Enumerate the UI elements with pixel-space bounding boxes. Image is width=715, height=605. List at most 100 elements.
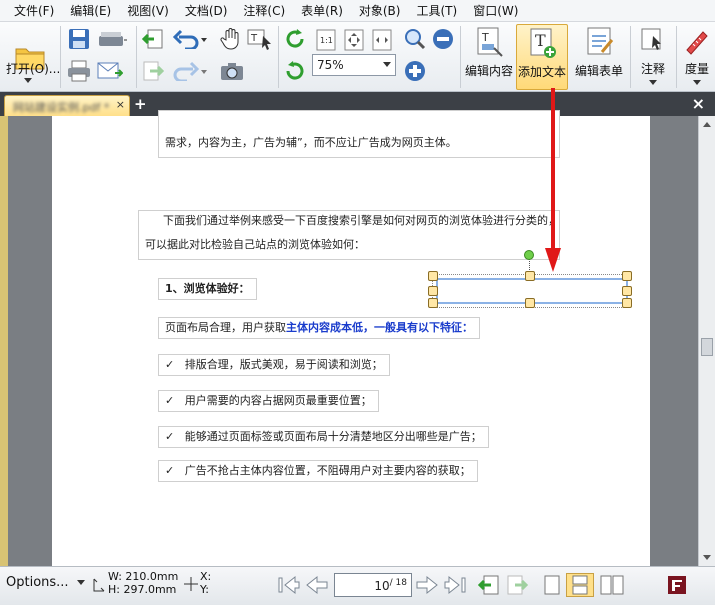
fit-width-button[interactable]	[370, 28, 394, 52]
menu-item-5[interactable]: 注释(C)	[235, 0, 293, 22]
toolbar: 打开(O)... T 1:1 75% T 编辑内容 T 添加文本 编辑表单 注释…	[0, 22, 715, 92]
print-button[interactable]	[66, 58, 92, 84]
measure-label: 度量	[684, 62, 709, 76]
snapshot-button[interactable]	[218, 58, 246, 84]
single-page-view-button[interactable]	[540, 573, 564, 597]
rotate-handle[interactable]	[524, 250, 534, 260]
export-button[interactable]	[140, 58, 166, 84]
menu-item-8[interactable]: 工具(T)	[408, 0, 465, 22]
continuous-view-button[interactable]	[566, 573, 594, 597]
last-page-button[interactable]	[442, 573, 468, 597]
actual-size-button[interactable]: 1:1	[314, 28, 338, 52]
zoom-in-tool-button[interactable]	[402, 26, 428, 52]
svg-text:T: T	[481, 31, 489, 44]
x-coordinate: X:	[200, 570, 212, 583]
crosshair-icon	[184, 577, 198, 591]
save-button[interactable]	[66, 26, 92, 52]
document-tab-title: 网站建设实例.pdf *	[13, 101, 110, 114]
previous-page-icon	[306, 575, 328, 595]
measure-button[interactable]: 度量	[680, 24, 714, 90]
menu-item-6[interactable]: 表单(R)	[293, 0, 351, 22]
page-height: H: 297.0mm	[108, 583, 177, 596]
menu-item-4[interactable]: 文档(D)	[177, 0, 236, 22]
redo-icon	[173, 61, 207, 81]
text-line: 可以据此对比检验自己站点的浏览体验如何：	[145, 238, 365, 251]
facing-view-button[interactable]	[598, 573, 626, 597]
text-box-layout[interactable]: 页面布局合理，用户获取主体内容成本低，一般具有以下特征：	[158, 317, 480, 339]
next-page-button[interactable]	[414, 573, 440, 597]
menu-item-2[interactable]: 编辑(E)	[62, 0, 119, 22]
undo-button[interactable]	[172, 26, 208, 52]
open-button[interactable]: 打开(O)...	[4, 26, 60, 88]
menu-item-1[interactable]: 文件(F)	[6, 0, 62, 22]
previous-page-button[interactable]	[304, 573, 330, 597]
check-item-2[interactable]: ✓ 用户需要的内容占据网页最重要位置；	[158, 390, 379, 412]
go-back-button[interactable]	[476, 573, 502, 597]
zoom-in-button[interactable]	[402, 58, 428, 84]
rotate-counterclockwise-icon	[286, 61, 304, 80]
cursor-coordinates: X: Y:	[200, 570, 211, 596]
resize-handle-top-left[interactable]	[428, 271, 438, 281]
resize-handle-bottom-left[interactable]	[428, 298, 438, 308]
page-number-input[interactable]: 10/ 18	[334, 573, 412, 597]
edit-form-button[interactable]: 编辑表单	[572, 24, 626, 90]
text-line-highlight: 主体内容成本低，一般具有以下特征：	[286, 321, 473, 334]
svg-text:1:1: 1:1	[320, 36, 333, 45]
vertical-scrollbar[interactable]	[698, 116, 715, 566]
resize-handle-middle-left[interactable]	[428, 286, 438, 296]
add-text-label: 添加文本	[517, 65, 566, 79]
email-button[interactable]	[96, 58, 124, 84]
save-icon	[69, 29, 89, 49]
redo-button[interactable]	[172, 58, 208, 84]
rotate-clockwise-icon	[286, 29, 304, 48]
document-view[interactable]: 需求，内容为主，广告为辅”，而不应让广告成为网页主体。 下面我们通过举例来感受一…	[0, 110, 715, 566]
zoom-select[interactable]: 75%	[312, 54, 396, 76]
navigation-panel-edge[interactable]	[0, 116, 8, 566]
scroll-thumb[interactable]	[701, 338, 713, 356]
options-dropdown[interactable]: Options...	[6, 575, 85, 590]
menu-item-9[interactable]: 窗口(W)	[465, 0, 526, 22]
fit-page-button[interactable]	[342, 28, 366, 52]
menu-item-3[interactable]: 视图(V)	[119, 0, 177, 22]
go-forward-button[interactable]	[504, 573, 530, 597]
text-box-example[interactable]: 下面我们通过举例来感受一下百度搜索引擎是如何对网页的浏览体验进行分类的，站长 可…	[138, 210, 560, 260]
resize-handle-top-right[interactable]	[622, 271, 632, 281]
resize-handle-bottom-right[interactable]	[622, 298, 632, 308]
annotate-label: 注释	[640, 62, 665, 76]
rotate-right-button[interactable]	[282, 26, 308, 52]
y-coordinate: Y:	[200, 583, 209, 596]
heading-good-experience[interactable]: 1、浏览体验好：	[158, 278, 257, 300]
resize-handle-bottom-middle[interactable]	[525, 298, 535, 308]
menu-item-7[interactable]: 对象(B)	[351, 0, 409, 22]
scanner-icon	[99, 32, 127, 46]
new-tab-icon[interactable]: +	[134, 95, 147, 113]
close-document-icon[interactable]: ×	[692, 94, 705, 113]
chevron-down-icon	[76, 580, 85, 585]
text-line: 页面布局合理，用户获取	[165, 321, 286, 334]
import-button[interactable]	[140, 26, 166, 52]
resize-handle-top-middle[interactable]	[525, 271, 535, 281]
scan-button[interactable]	[96, 26, 130, 52]
first-page-button[interactable]	[276, 573, 302, 597]
scroll-down-icon[interactable]	[703, 555, 711, 560]
check-item-4[interactable]: ✓ 广告不抢占主体内容位置，不阻碍用户对主要内容的获取；	[158, 460, 478, 482]
scroll-up-icon[interactable]	[703, 122, 711, 127]
check-item-1[interactable]: ✓ 排版合理，版式美观，易于阅读和浏览；	[158, 354, 390, 376]
resize-handle-middle-right[interactable]	[622, 286, 632, 296]
check-text: 排版合理，版式美观，易于阅读和浏览；	[184, 358, 383, 371]
select-text-button[interactable]: T	[246, 26, 274, 52]
zoom-out-button[interactable]	[430, 26, 456, 52]
last-page-icon	[444, 575, 466, 595]
check-item-3[interactable]: ✓ 能够通过页面标签或页面布局十分清楚地区分出哪些是广告；	[158, 426, 489, 448]
hand-tool-button[interactable]	[218, 26, 244, 52]
zoom-value: 75%	[317, 58, 344, 72]
text-box-intro-end[interactable]: 需求，内容为主，广告为辅”，而不应让广告成为网页主体。	[158, 110, 560, 158]
rotate-left-button[interactable]	[282, 58, 308, 84]
svg-text:T: T	[250, 33, 258, 44]
svg-text:T: T	[535, 31, 546, 50]
add-text-button[interactable]: T 添加文本	[516, 24, 568, 90]
annotate-button[interactable]: 注释	[634, 24, 672, 90]
document-tab[interactable]: 网站建设实例.pdf * ×	[4, 95, 130, 116]
close-tab-icon[interactable]: ×	[116, 98, 125, 111]
edit-content-button[interactable]: T 编辑内容	[464, 24, 514, 90]
